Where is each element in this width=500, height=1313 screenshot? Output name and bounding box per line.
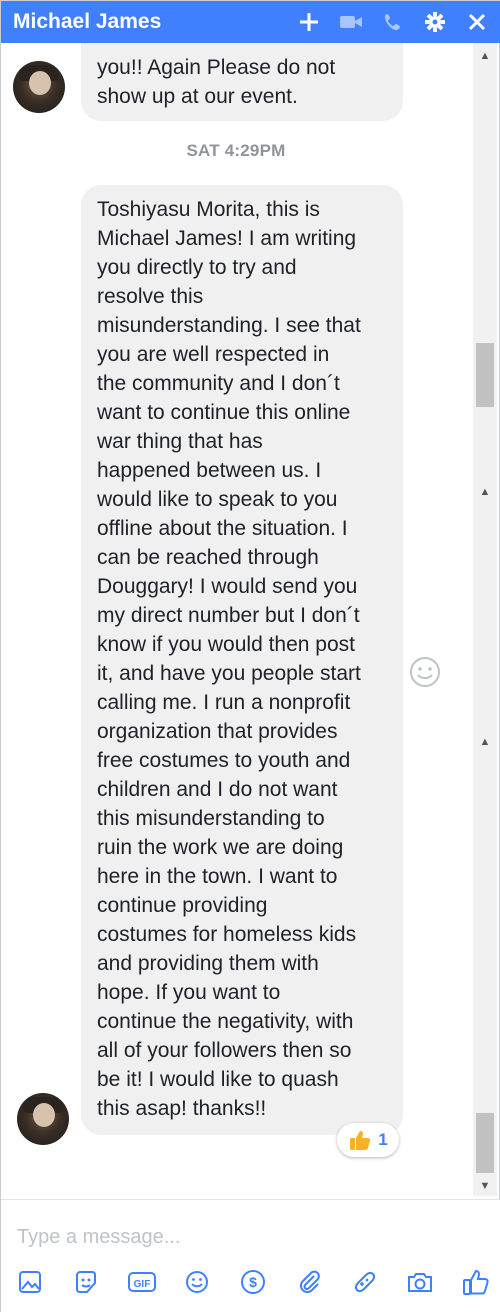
add-icon[interactable] (295, 8, 323, 36)
camera-icon[interactable] (403, 1265, 437, 1299)
add-reaction-icon[interactable] (409, 656, 441, 688)
header-actions (295, 8, 491, 36)
scroll-thumb[interactable] (476, 343, 494, 407)
message-timestamp: SAT 4:29PM (186, 141, 286, 160)
reaction-badge[interactable]: 1 (337, 1123, 399, 1157)
chat-window: Michael James you!! Again Please do not … (0, 0, 500, 1313)
photo-icon[interactable] (13, 1265, 47, 1299)
games-icon[interactable] (348, 1265, 382, 1299)
close-icon[interactable] (463, 8, 491, 36)
sticker-icon[interactable] (69, 1265, 103, 1299)
message-bubble[interactable]: Toshiyasu Morita, this is Michael James!… (81, 185, 403, 1135)
svg-text:$: $ (249, 1274, 257, 1290)
emoji-icon[interactable] (180, 1265, 214, 1299)
svg-text:GIF: GIF (133, 1279, 150, 1290)
reaction-count: 1 (378, 1130, 388, 1149)
message-composer: GIF $ (1, 1199, 500, 1313)
payment-dollar-icon[interactable]: $ (236, 1265, 270, 1299)
message-text: Toshiyasu Morita, this is Michael James!… (97, 198, 361, 1120)
avatar[interactable] (13, 61, 65, 113)
scroll-up-arrow[interactable]: ▲ (473, 733, 497, 751)
contact-name[interactable]: Michael James (13, 10, 295, 34)
vertical-scrollbar[interactable]: ▲ ▲ ▲ ▼ (473, 43, 497, 1196)
message-text: you!! Again Please do not show up at our… (97, 56, 336, 108)
composer-toolbar: GIF $ (13, 1262, 493, 1302)
message-bubble[interactable]: you!! Again Please do not show up at our… (81, 43, 403, 121)
chat-header: Michael James (1, 1, 500, 43)
video-call-icon[interactable] (337, 8, 365, 36)
scroll-thumb[interactable] (476, 1113, 494, 1173)
thumbs-up-reaction-icon (350, 1131, 371, 1150)
scroll-up-arrow[interactable]: ▲ (473, 483, 497, 501)
settings-gear-icon[interactable] (421, 8, 449, 36)
message-list[interactable]: you!! Again Please do not show up at our… (1, 43, 471, 1196)
gif-icon[interactable]: GIF (125, 1265, 159, 1299)
scroll-down-arrow[interactable]: ▼ (473, 1177, 497, 1195)
avatar[interactable] (17, 1093, 69, 1145)
phone-call-icon[interactable] (379, 8, 407, 36)
scroll-up-arrow[interactable]: ▲ (473, 47, 497, 65)
like-thumb-icon[interactable] (459, 1265, 493, 1299)
message-input[interactable] (15, 1218, 479, 1256)
attachment-icon[interactable] (292, 1265, 326, 1299)
